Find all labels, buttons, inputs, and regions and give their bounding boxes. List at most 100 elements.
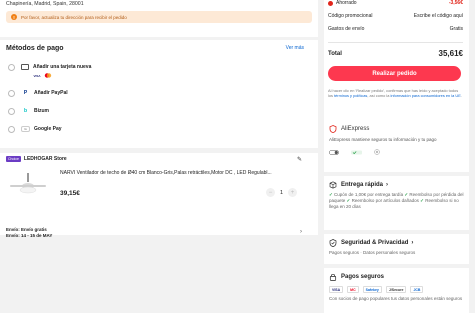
visa-logo: VISA bbox=[329, 286, 344, 293]
mastercard-logo: MC bbox=[347, 286, 359, 293]
promo-label: Código promocional bbox=[328, 13, 373, 19]
aliexpress-trust-card: AliExpress AliExpress mantiene seguros t… bbox=[324, 120, 469, 172]
legal-mid: , así como la bbox=[367, 93, 391, 99]
lock-icon bbox=[329, 273, 337, 281]
card-brands: VISA bbox=[33, 73, 91, 78]
security-privacy-text: Pagos seguros · Datos personales seguros bbox=[329, 250, 416, 255]
payment-methods-title: Métodos de pago bbox=[6, 45, 64, 52]
jsecure-logo: J/Secure bbox=[385, 286, 407, 293]
check-icon: ✓ bbox=[346, 198, 351, 203]
eu-info-link[interactable]: información para consumidores en la UE bbox=[391, 93, 461, 98]
jcb-logo: JCB bbox=[410, 286, 424, 293]
product-title[interactable]: NARVI Ventilador de techo de Ø40 cm Blan… bbox=[60, 170, 310, 176]
paypal-icon: P bbox=[23, 90, 28, 96]
radio-button[interactable] bbox=[8, 108, 15, 115]
saved-label: Ahorrado bbox=[336, 0, 357, 6]
shipping-value: Gratis bbox=[449, 26, 463, 32]
check-icon: ✓ bbox=[420, 198, 424, 203]
toggle-badge-icon bbox=[329, 149, 339, 155]
increase-button[interactable]: + bbox=[288, 188, 298, 197]
address-line: Chapinería, Madrid, Spain, 28001 bbox=[6, 1, 84, 7]
store-header: Choice LEDHOGAR Store bbox=[0, 153, 318, 164]
secure-payments-card: Pagos seguros VISA MC Safekey J/Secure J… bbox=[324, 268, 469, 313]
google-pay-icon: G bbox=[21, 126, 30, 132]
security-privacy-header[interactable]: Seguridad & Privacidad › bbox=[329, 239, 464, 247]
order-sidebar: Ahorrado -3,56€ Código promocional Escri… bbox=[318, 0, 475, 313]
check-icon: ✓ bbox=[329, 192, 333, 197]
address-warning[interactable]: ! Por favor, actualiza tu dirección para… bbox=[6, 11, 312, 23]
shield-check-icon bbox=[329, 239, 337, 247]
safekey-logo: Safekey bbox=[362, 286, 382, 293]
secure-payments-header: Pagos seguros bbox=[329, 273, 464, 281]
fast-delivery-card[interactable]: Entrega rápida › ✓ Cupón de 1,00€ por en… bbox=[324, 176, 469, 230]
radio-button[interactable] bbox=[8, 126, 15, 133]
guarantee-damaged: Reembolso por artículos dañados bbox=[351, 198, 419, 203]
payment-partner-logos: VISA MC Safekey J/Secure JCB bbox=[329, 286, 464, 293]
legal-text: Al hacer clic en 'Realizar pedido', conf… bbox=[328, 88, 464, 98]
payment-method-new-card[interactable]: Añadir una tarjeta nueva VISA bbox=[8, 64, 91, 78]
promo-row[interactable]: Código promocional Escribe el código aqu… bbox=[328, 13, 463, 19]
aliexpress-brand: AliExpress bbox=[341, 126, 370, 132]
decrease-button[interactable]: − bbox=[266, 188, 275, 197]
promo-value[interactable]: Escribe el código aquí bbox=[414, 13, 463, 19]
total-value: 35,61€ bbox=[438, 49, 463, 58]
mastercard-icon bbox=[44, 73, 52, 78]
divider bbox=[328, 42, 463, 43]
store-card: Choice LEDHOGAR Store ✎ NARVI Ventilador… bbox=[0, 153, 318, 238]
store-name[interactable]: LEDHOGAR Store bbox=[24, 156, 67, 162]
radio-button[interactable] bbox=[8, 90, 15, 97]
security-privacy-title: Seguridad & Privacidad bbox=[341, 240, 409, 246]
payment-method-label: Añadir PayPal bbox=[34, 90, 68, 96]
delivery-guarantees: ✓ Cupón de 1,00€ por entrega tardía ✓ Re… bbox=[329, 192, 464, 210]
place-order-button[interactable]: Realizar pedido bbox=[328, 66, 461, 81]
warning-icon: ! bbox=[11, 14, 17, 20]
delivery-dates: Envío: 14 - 15 de MAY bbox=[6, 233, 53, 238]
verified-badge-icon bbox=[351, 150, 362, 155]
payment-method-google-pay[interactable]: G Google Pay bbox=[8, 126, 62, 133]
total-row: Total 35,61€ bbox=[328, 49, 463, 58]
choice-badge: Choice bbox=[6, 155, 21, 162]
terms-link[interactable]: términos y políticas bbox=[334, 93, 367, 98]
product-image[interactable] bbox=[8, 169, 48, 209]
chevron-right-icon: › bbox=[411, 240, 414, 246]
payment-method-label: Bizum bbox=[34, 108, 49, 114]
see-more-link[interactable]: Ver más bbox=[286, 45, 304, 51]
credit-card-icon bbox=[21, 64, 29, 70]
checkout-main: Chapinería, Madrid, Spain, 28001 ! Por f… bbox=[0, 0, 318, 238]
address-card: Chapinería, Madrid, Spain, 28001 ! Por f… bbox=[0, 0, 318, 37]
shipping-label: Gastos de envío bbox=[328, 26, 365, 32]
chevron-right-icon[interactable]: › bbox=[300, 229, 302, 235]
product-price: 39,15€ bbox=[60, 190, 80, 197]
payment-method-label: Google Pay bbox=[34, 126, 62, 132]
quantity-stepper: − 1 + bbox=[266, 188, 298, 197]
security-badge-icon bbox=[374, 149, 380, 155]
quantity-value: 1 bbox=[280, 189, 284, 196]
payment-methods-card: Métodos de pago Ver más Añadir una tarje… bbox=[0, 40, 318, 148]
total-label: Total bbox=[328, 50, 342, 57]
box-icon bbox=[329, 181, 337, 189]
payment-method-paypal[interactable]: P Añadir PayPal bbox=[8, 90, 68, 97]
fast-delivery-header[interactable]: Entrega rápida › bbox=[329, 181, 464, 189]
shipping-row: Gastos de envío Gratis bbox=[328, 26, 463, 32]
check-icon: ✓ bbox=[404, 192, 409, 197]
shield-icon bbox=[329, 125, 337, 133]
order-summary: Ahorrado -3,56€ Código promocional Escri… bbox=[324, 0, 469, 120]
radio-button[interactable] bbox=[8, 64, 15, 71]
guarantee-late-coupon: Cupón de 1,00€ por entrega tardía bbox=[334, 192, 404, 197]
shipping-info[interactable]: Envío: Envío gratis Envío: 14 - 15 de MA… bbox=[6, 227, 52, 239]
saved-icon bbox=[328, 0, 333, 6]
edit-icon[interactable]: ✎ bbox=[297, 156, 302, 163]
security-privacy-card[interactable]: Seguridad & Privacidad › Pagos seguros ·… bbox=[324, 234, 469, 264]
payment-method-label: Añadir una tarjeta nueva bbox=[33, 64, 92, 70]
payment-method-bizum[interactable]: b Bizum bbox=[8, 108, 49, 115]
aliexpress-logo: AliExpress bbox=[329, 125, 464, 133]
visa-icon: VISA bbox=[33, 73, 41, 78]
trust-badges bbox=[329, 149, 464, 155]
aliexpress-trust-text: AliExpress mantiene seguros tu informaci… bbox=[329, 137, 437, 142]
bizum-icon: b bbox=[23, 108, 28, 114]
address-warning-text: Por favor, actualiza tu dirección para r… bbox=[21, 14, 127, 20]
chevron-right-icon: › bbox=[386, 182, 389, 188]
saved-value: -3,56€ bbox=[448, 0, 463, 6]
secure-payments-text: Con socios de pago populares tus datos p… bbox=[329, 296, 463, 301]
legal-end: . bbox=[460, 93, 462, 99]
